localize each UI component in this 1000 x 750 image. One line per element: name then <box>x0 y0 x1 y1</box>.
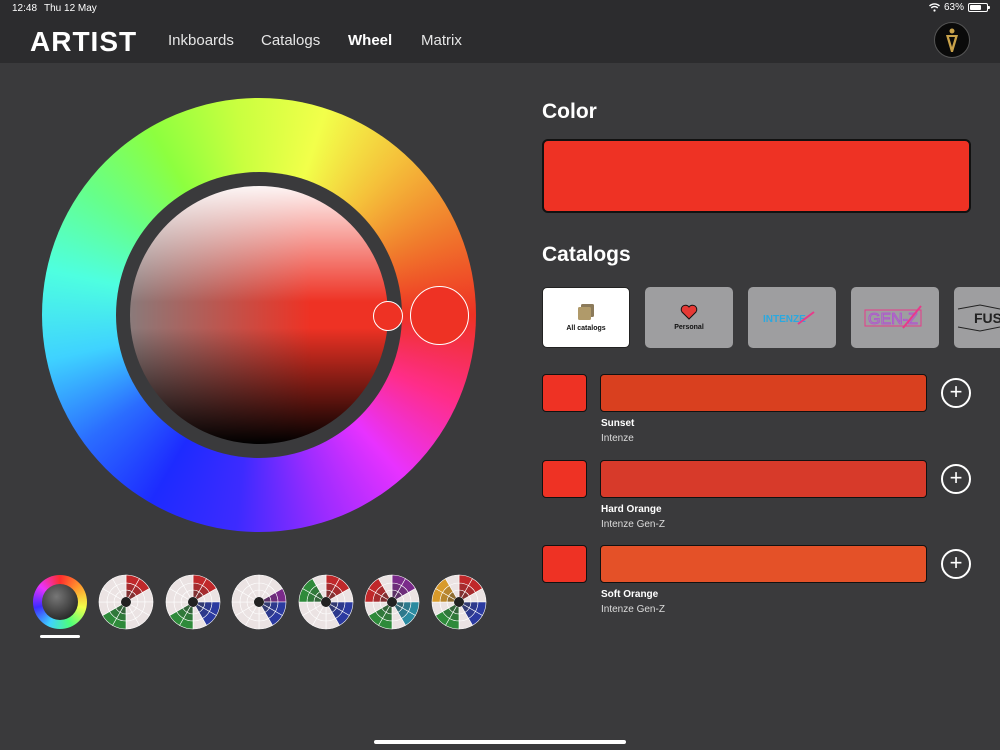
scheme-full-wheel[interactable] <box>33 575 87 629</box>
status-date: Thu 12 May <box>44 3 97 14</box>
shade-selector-handle[interactable] <box>373 301 403 331</box>
scheme-selected-indicator <box>40 635 80 638</box>
catalog-card-label: Personal <box>674 324 704 331</box>
wifi-icon <box>928 3 940 12</box>
battery-percent: 63% <box>943 2 964 13</box>
status-right: 63% <box>928 2 990 13</box>
svg-text:FUS: FUS <box>974 310 1000 326</box>
app-brand: ARTIST <box>30 26 138 57</box>
home-indicator <box>374 740 626 744</box>
swatch-match-bar[interactable] <box>600 545 927 583</box>
heart-icon <box>680 304 698 320</box>
catalog-card-personal[interactable]: Personal <box>645 287 733 348</box>
profile-logo-button[interactable] <box>934 22 970 58</box>
fusion-logo: FUS <box>957 303 1000 332</box>
nav-tab-inkboards[interactable]: Inkboards <box>168 32 234 49</box>
swatch-name: Soft Orange <box>601 589 659 600</box>
nav-tab-matrix[interactable]: Matrix <box>421 32 462 49</box>
catalog-card-intenze[interactable]: INTENZE <box>748 287 836 348</box>
swatch-name: Hard Orange <box>601 504 662 515</box>
swatch-compare-original <box>542 374 587 412</box>
catalog-card-fusion[interactable]: FUS <box>954 287 1000 348</box>
scheme-tetradic[interactable] <box>364 574 420 630</box>
add-swatch-button[interactable]: + <box>941 549 971 579</box>
add-swatch-button[interactable]: + <box>941 378 971 408</box>
swatch-name: Sunset <box>601 418 635 429</box>
swatch-brand: Intenze <box>601 433 634 444</box>
swatch-compare-original <box>542 545 587 583</box>
genz-logo: GEN-Z <box>864 304 922 329</box>
swatch-compare-original <box>542 460 587 498</box>
color-section-title: Color <box>542 100 597 123</box>
selected-color-preview <box>542 139 971 213</box>
scheme-square[interactable] <box>431 574 487 630</box>
nav-tab-wheel[interactable]: Wheel <box>348 32 392 49</box>
catalog-card-genz[interactable]: GEN-Z <box>851 287 939 348</box>
battery-icon <box>968 3 990 12</box>
swatch-brand: Intenze Gen-Z <box>601 519 665 530</box>
scheme-complementary[interactable] <box>98 574 154 630</box>
swatch-match-bar[interactable] <box>600 460 927 498</box>
swatch-match-bar[interactable] <box>600 374 927 412</box>
saturation-brightness-disc[interactable] <box>130 186 388 444</box>
catalog-card-all[interactable]: All catalogs <box>542 287 630 348</box>
nav-tab-catalogs[interactable]: Catalogs <box>261 32 320 49</box>
add-swatch-button[interactable]: + <box>941 464 971 494</box>
scheme-analogous[interactable] <box>298 574 354 630</box>
top-nav: ARTIST Inkboards Catalogs Wheel Matrix <box>0 18 1000 63</box>
status-time: 12:48 <box>12 3 38 14</box>
brand-logo-icon <box>946 28 958 52</box>
scheme-split-complementary[interactable] <box>165 574 221 630</box>
intenze-logo: INTENZE <box>763 310 815 325</box>
status-bar: 12:48 Thu 12 May 63% <box>0 0 1000 18</box>
swatch-brand: Intenze Gen-Z <box>601 604 665 615</box>
catalog-card-label: All catalogs <box>566 325 606 332</box>
hue-selector-handle[interactable] <box>410 286 469 345</box>
catalogs-section-title: Catalogs <box>542 243 631 266</box>
scheme-triadic[interactable] <box>231 574 287 630</box>
stack-icon <box>578 304 594 320</box>
